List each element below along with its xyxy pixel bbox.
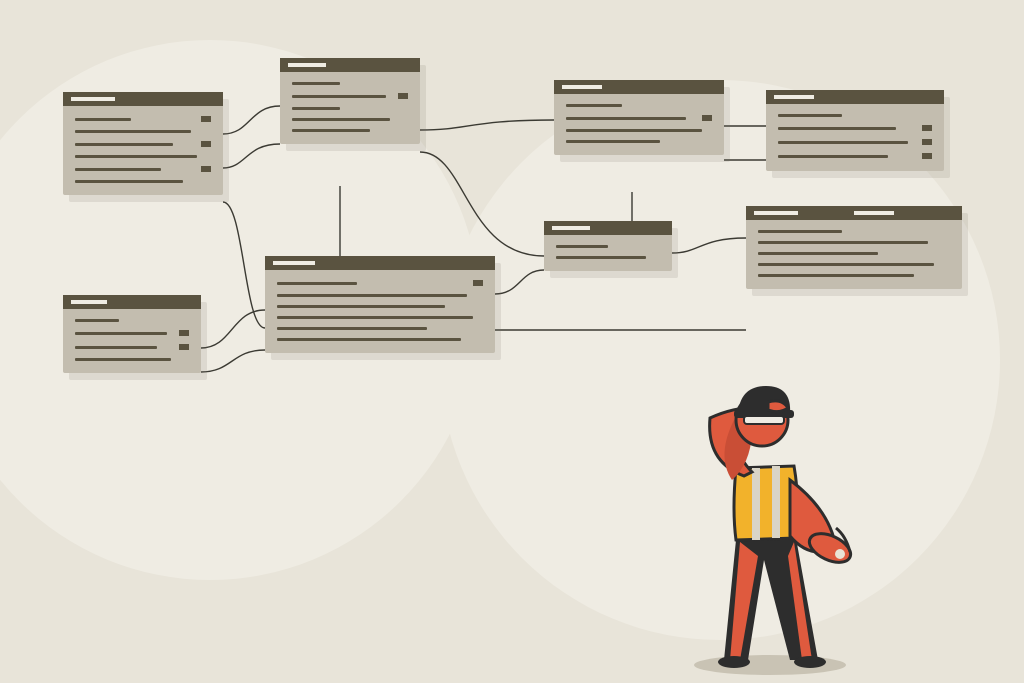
row-tag-icon [201,141,211,147]
row-tag-icon [398,93,408,99]
card-row [277,294,483,297]
card-titlebar [63,92,223,106]
card-row [75,130,211,133]
card-row [758,274,950,277]
card-row [75,180,211,183]
card-row [277,280,483,286]
schema-card-c6 [265,256,495,353]
card-row [292,93,408,99]
card-row [778,139,932,145]
schema-card-c2 [280,58,420,144]
card-row [277,316,483,319]
card-titlebar [766,90,944,104]
row-tag-icon [179,344,189,350]
card-row [758,241,950,244]
schema-card-c7 [63,295,201,373]
card-row [778,114,932,117]
card-row [75,344,189,350]
row-tag-icon [922,125,932,131]
card-row [75,166,211,172]
card-row [778,153,932,159]
card-row [566,115,712,121]
card-row [75,319,189,322]
schema-card-c8 [746,206,962,289]
card-row [556,245,660,248]
card-row [292,118,408,121]
row-tag-icon [179,330,189,336]
card-titlebar [746,206,962,220]
row-tag-icon [922,153,932,159]
row-tag-icon [473,280,483,286]
row-tag-icon [201,166,211,172]
card-titlebar [554,80,724,94]
person-illustration [640,360,900,680]
card-row [566,104,712,107]
schema-card-c4 [766,90,944,171]
card-row [277,338,483,341]
card-row [758,252,950,255]
card-row [758,230,950,233]
schema-card-c5 [544,221,672,271]
card-row [277,305,483,308]
schema-card-c1 [63,92,223,195]
card-row [75,330,189,336]
card-row [75,155,211,158]
card-titlebar [544,221,672,235]
card-row [292,129,408,132]
row-tag-icon [922,139,932,145]
schema-card-c3 [554,80,724,155]
card-row [75,358,189,361]
card-titlebar [265,256,495,270]
card-row [277,327,483,330]
card-row [778,125,932,131]
card-row [758,263,950,266]
row-tag-icon [702,115,712,121]
card-titlebar [63,295,201,309]
card-row [75,116,211,122]
card-row [566,129,712,132]
card-row [292,107,408,110]
card-row [556,256,660,259]
card-titlebar [280,58,420,72]
row-tag-icon [201,116,211,122]
card-row [566,140,712,143]
card-row [292,82,408,85]
card-row [75,141,211,147]
